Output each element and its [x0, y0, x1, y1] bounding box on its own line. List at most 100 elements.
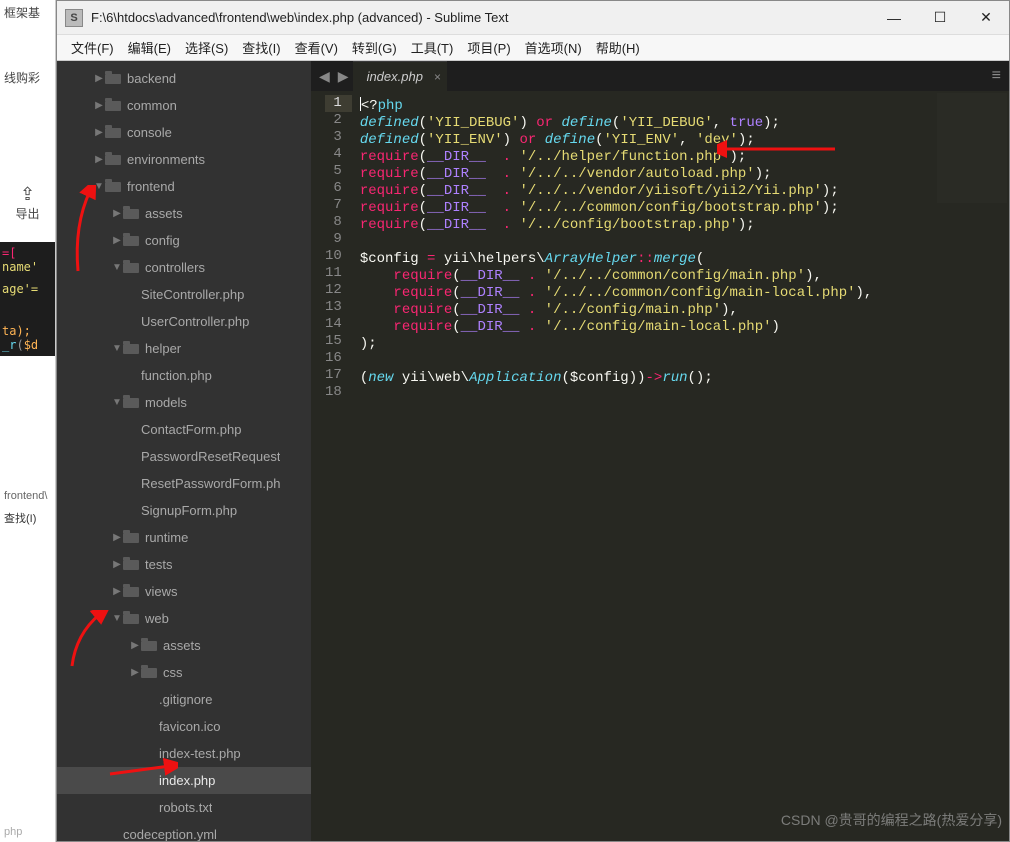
nav-back-icon[interactable]: ◀	[315, 68, 334, 85]
maximize-button[interactable]: ☐	[917, 1, 963, 34]
disclosure-arrow-icon[interactable]: ▼	[111, 613, 123, 624]
disclosure-arrow-icon[interactable]: ▼	[111, 343, 123, 354]
tree-file[interactable]: function.php	[57, 362, 311, 389]
disclosure-arrow-icon[interactable]: ▶	[111, 208, 123, 219]
tree-file[interactable]: SignupForm.php	[57, 497, 311, 524]
minimize-button[interactable]: —	[871, 1, 917, 34]
menu-edit[interactable]: 编辑(E)	[122, 36, 177, 59]
bg-code-fragment: =[ name' age'= ta); _r($d	[0, 242, 55, 356]
menu-file[interactable]: 文件(F)	[65, 36, 120, 59]
tree-file[interactable]: codeception.yml	[57, 821, 311, 841]
disclosure-arrow-icon[interactable]: ▶	[93, 154, 105, 165]
menu-tools[interactable]: 工具(T)	[405, 36, 460, 59]
tree-file[interactable]: .gitignore	[57, 686, 311, 713]
menu-select[interactable]: 选择(S)	[179, 36, 234, 59]
tree-item-label: assets	[163, 638, 201, 653]
disclosure-arrow-icon[interactable]: ▼	[111, 397, 123, 408]
disclosure-arrow-icon[interactable]: ▶	[93, 73, 105, 84]
tree-item-label: helper	[145, 341, 181, 356]
minimap[interactable]	[937, 93, 1007, 203]
menu-project[interactable]: 项目(P)	[461, 36, 516, 59]
folder-icon	[105, 101, 121, 111]
tabbar: ◀ ▶ index.php × ≡	[311, 61, 1009, 91]
tree-file[interactable]: favicon.ico	[57, 713, 311, 740]
folder-icon	[123, 209, 139, 219]
line-number: 4	[325, 146, 342, 163]
folder-icon	[123, 263, 139, 273]
line-number: 17	[325, 367, 342, 384]
disclosure-arrow-icon[interactable]: ▶	[111, 532, 123, 543]
tree-item-label: favicon.ico	[159, 719, 220, 734]
tree-folder[interactable]: ▼controllers	[57, 254, 311, 281]
menu-view[interactable]: 查看(V)	[289, 36, 344, 59]
tree-folder[interactable]: ▶config	[57, 227, 311, 254]
disclosure-arrow-icon[interactable]: ▶	[93, 100, 105, 111]
tree-item-label: views	[145, 584, 178, 599]
tree-file[interactable]: robots.txt	[57, 794, 311, 821]
tree-item-label: robots.txt	[159, 800, 212, 815]
tree-folder[interactable]: ▶runtime	[57, 524, 311, 551]
tree-item-label: css	[163, 665, 183, 680]
disclosure-arrow-icon[interactable]: ▶	[111, 586, 123, 597]
tree-folder[interactable]: ▼web	[57, 605, 311, 632]
close-button[interactable]: ✕	[963, 1, 1009, 34]
tree-folder[interactable]: ▼models	[57, 389, 311, 416]
menu-find[interactable]: 查找(I)	[236, 36, 286, 59]
nav-forward-icon[interactable]: ▶	[334, 68, 353, 85]
sublime-window: S F:\6\htdocs\advanced\frontend\web\inde…	[56, 0, 1010, 842]
bg-text: frontend\	[0, 486, 55, 506]
tab-menu-icon[interactable]: ≡	[992, 67, 1001, 85]
menu-goto[interactable]: 转到(G)	[346, 36, 403, 59]
tree-file[interactable]: SiteController.php	[57, 281, 311, 308]
tab-close-icon[interactable]: ×	[434, 70, 441, 84]
tree-folder[interactable]: ▶ backend	[57, 65, 311, 92]
tree-folder[interactable]: ▶console	[57, 119, 311, 146]
tree-file[interactable]: index-test.php	[57, 740, 311, 767]
line-gutter: 123456789101112131415161718	[311, 91, 352, 841]
tree-folder[interactable]: ▶ assets	[57, 632, 311, 659]
menubar: 文件(F) 编辑(E) 选择(S) 查找(I) 查看(V) 转到(G) 工具(T…	[57, 35, 1009, 61]
file-tree[interactable]: ▶ backend ▶common▶console▶environments▼fro…	[57, 61, 311, 841]
line-number: 1	[325, 95, 352, 112]
code-area[interactable]: 123456789101112131415161718 <?php define…	[311, 91, 1009, 841]
disclosure-arrow-icon[interactable]: ▶	[111, 235, 123, 246]
tree-file[interactable]: UserController.php	[57, 308, 311, 335]
tree-file[interactable]: ResetPasswordForm.ph	[57, 470, 311, 497]
tree-folder[interactable]: ▶ css	[57, 659, 311, 686]
tree-item-label: ContactForm.php	[141, 422, 241, 437]
tree-folder[interactable]: ▶common	[57, 92, 311, 119]
disclosure-arrow-icon[interactable]: ▼	[111, 262, 123, 273]
disclosure-arrow-icon[interactable]: ▶	[111, 559, 123, 570]
tree-folder[interactable]: ▶assets	[57, 200, 311, 227]
bg-text: 查找(I)	[0, 506, 55, 530]
tree-file[interactable]: index.php	[57, 767, 311, 794]
tree-item-label: codeception.yml	[123, 827, 217, 841]
menu-prefs[interactable]: 首选项(N)	[519, 36, 588, 59]
tree-item-label: backend	[127, 71, 176, 86]
upload-icon: ⇪	[0, 184, 55, 205]
line-number: 5	[325, 163, 342, 180]
tree-file[interactable]: ContactForm.php	[57, 416, 311, 443]
disclosure-arrow-icon[interactable]: ▶	[93, 127, 105, 138]
tree-folder[interactable]: ▼ helper	[57, 335, 311, 362]
menu-help[interactable]: 帮助(H)	[590, 36, 646, 59]
folder-icon	[105, 182, 121, 192]
line-number: 15	[325, 333, 342, 350]
titlebar[interactable]: S F:\6\htdocs\advanced\frontend\web\inde…	[57, 1, 1009, 35]
disclosure-arrow-icon[interactable]: ▶	[129, 667, 141, 678]
tree-folder[interactable]: ▼frontend	[57, 173, 311, 200]
line-number: 3	[325, 129, 342, 146]
window-title: F:\6\htdocs\advanced\frontend\web\index.…	[91, 10, 871, 25]
tree-folder[interactable]: ▶ views	[57, 578, 311, 605]
disclosure-arrow-icon[interactable]: ▼	[93, 181, 105, 192]
tree-item-label: SiteController.php	[141, 287, 244, 302]
tree-file[interactable]: PasswordResetRequest	[57, 443, 311, 470]
tab-index-php[interactable]: index.php ×	[353, 61, 447, 91]
disclosure-arrow-icon[interactable]: ▶	[129, 640, 141, 651]
tab-label: index.php	[367, 69, 423, 84]
tree-folder[interactable]: ▶tests	[57, 551, 311, 578]
code-lines[interactable]: <?php defined('YII_DEBUG') or define('YI…	[352, 91, 881, 841]
tree-folder[interactable]: ▶environments	[57, 146, 311, 173]
folder-icon	[105, 74, 121, 84]
tree-item-label: ResetPasswordForm.ph	[141, 476, 280, 491]
